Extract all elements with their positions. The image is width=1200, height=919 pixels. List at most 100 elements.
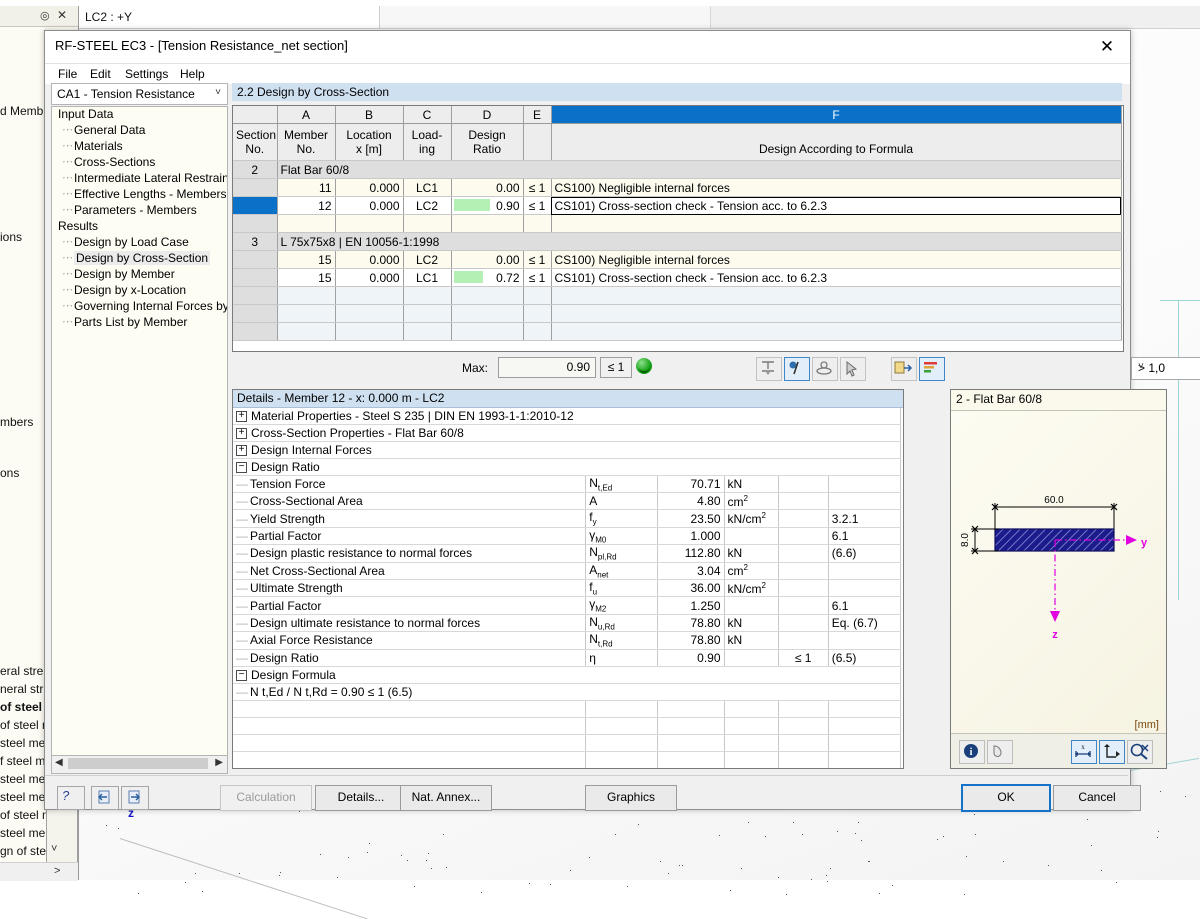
grid-col-letter-5[interactable]: E — [523, 106, 551, 124]
grid-section-header[interactable]: 2Flat Bar 60/8 — [233, 161, 1121, 179]
tree-item-materials[interactable]: ⋯Materials — [52, 139, 227, 155]
details-row[interactable]: —Cross-Sectional AreaA4.80cm2 — [233, 493, 901, 510]
grid-col-letter-3[interactable]: C — [403, 106, 451, 124]
color-bars-icon[interactable] — [919, 357, 945, 381]
design-case-selector[interactable]: CA1 - Tension Resistance ˅ — [51, 83, 228, 105]
cancel-button[interactable]: Cancel — [1053, 785, 1141, 811]
details-group-row[interactable]: −Design Formula — [233, 666, 901, 683]
ok-button[interactable]: OK — [961, 784, 1051, 812]
previous-module-button[interactable] — [91, 786, 119, 810]
details-row[interactable]: —Axial Force ResistanceNt,Rd78.80kN — [233, 632, 901, 649]
expand-icon[interactable]: + — [236, 411, 247, 422]
details-panel[interactable]: Details - Member 12 - x: 0.000 m - LC2 +… — [232, 389, 904, 769]
cross-section-drawing[interactable]: 60.0 8.0 y z [mm] — [951, 411, 1166, 733]
show-dimensions-icon[interactable]: x — [1071, 740, 1097, 764]
scroll-right-arrow[interactable]: > — [54, 865, 60, 877]
result-diagram-icon[interactable] — [756, 357, 782, 381]
details-row[interactable]: —Design Ratioη0.90≤ 1(6.5) — [233, 649, 901, 666]
table-row[interactable] — [233, 215, 1121, 233]
dimension-pen-icon[interactable] — [987, 740, 1013, 764]
result-pointer-icon[interactable] — [784, 357, 810, 381]
view-object-icon[interactable] — [812, 357, 838, 381]
collapse-icon[interactable]: − — [236, 462, 247, 473]
details-row[interactable]: —Design ultimate resistance to normal fo… — [233, 614, 901, 631]
menu-settings[interactable]: Settings — [120, 66, 173, 82]
zoom-reset-icon[interactable] — [1127, 740, 1153, 764]
pin-icon[interactable]: ◎ — [40, 9, 50, 22]
show-axes-icon[interactable] — [1099, 740, 1125, 764]
ratio-filter-combo[interactable]: > 1,0 ˅ — [1131, 357, 1200, 380]
navigator-hscrollbar[interactable]: ◀ ▶ — [51, 755, 228, 774]
navigator-tree[interactable]: Input Data⋯General Data⋯Materials⋯Cross-… — [51, 106, 228, 756]
grid-col-letter-4[interactable]: D — [451, 106, 523, 124]
table-row-empty[interactable] — [233, 305, 1121, 323]
tree-item-intermediate-lateral-restraints[interactable]: ⋯Intermediate Lateral Restraints — [52, 171, 227, 187]
tree-item-design-by-load-case[interactable]: ⋯Design by Load Case — [52, 235, 227, 251]
close-icon[interactable]: ✕ — [57, 8, 67, 22]
details-row[interactable]: —Net Cross-Sectional AreaAnet3.04cm2 — [233, 562, 901, 579]
details-group-row[interactable]: −Design Ratio — [233, 459, 901, 476]
details-group-row[interactable]: +Design Internal Forces — [233, 442, 901, 459]
table-row[interactable]: 110.000LC10.00≤ 1CS100) Negligible inter… — [233, 179, 1121, 197]
details-row[interactable]: —Ultimate Strengthfu36.00kN/cm2 — [233, 579, 901, 596]
info-icon[interactable]: i — [959, 740, 985, 764]
viewport-tab-lc2[interactable]: LC2 : +Y — [79, 6, 380, 28]
chevron-down-icon[interactable]: ˅ — [1138, 361, 1200, 372]
grid-col-letter-6[interactable]: F — [551, 106, 1121, 124]
mini-chevron-down-icon[interactable]: ˅ — [51, 843, 57, 855]
scroll-right-arrow-icon[interactable]: ▶ — [215, 757, 223, 768]
table-row-empty[interactable] — [233, 323, 1121, 341]
table-row-empty[interactable] — [233, 287, 1121, 305]
viewport-tab-tertiary[interactable] — [690, 6, 711, 28]
tree-item-parameters-members[interactable]: ⋯Parameters - Members — [52, 203, 227, 219]
empty-cell — [586, 717, 658, 734]
details-row[interactable]: —Partial FactorγM01.0006.1 — [233, 527, 901, 544]
scrollbar-thumb[interactable] — [68, 758, 208, 769]
symbol-subscript: pl,Rd — [598, 553, 617, 562]
details-button[interactable]: Details... — [315, 785, 407, 811]
tree-item-effective-lengths-members[interactable]: ⋯Effective Lengths - Members — [52, 187, 227, 203]
left-dock-hscrollbar[interactable]: > — [0, 862, 78, 881]
table-row[interactable]: 150.000LC20.00≤ 1CS100) Negligible inter… — [233, 251, 1121, 269]
dialog-close-button[interactable]: ✕ — [1084, 31, 1130, 62]
calculation-button[interactable]: Calculation — [220, 785, 312, 811]
menu-file[interactable]: File — [53, 66, 82, 82]
details-row[interactable]: —Partial FactorγM21.2506.1 — [233, 597, 901, 614]
tree-item-results[interactable]: Results — [52, 219, 227, 235]
nat-annex-button[interactable]: Nat. Annex... — [400, 785, 492, 811]
details-formula-row[interactable]: —N t,Ed / N t,Rd = 0.90 ≤ 1 (6.5) — [233, 683, 901, 700]
expand-icon[interactable]: + — [236, 445, 247, 456]
results-grid[interactable]: ABCDEFSectionNo.MemberNo.Locationx [m]Lo… — [232, 105, 1124, 352]
tree-item-parts-list-by-member[interactable]: ⋯Parts List by Member — [52, 315, 227, 331]
table-row[interactable]: 150.000LC10.72≤ 1CS101) Cross-section ch… — [233, 269, 1121, 287]
expand-icon[interactable]: + — [236, 428, 247, 439]
details-row[interactable]: —Yield Strengthfy23.50kN/cm23.2.1 — [233, 510, 901, 527]
details-row[interactable]: —Design plastic resistance to normal for… — [233, 545, 901, 562]
graphics-button[interactable]: Graphics — [585, 785, 677, 811]
details-group-row[interactable]: +Material Properties - Steel S 235 | DIN… — [233, 408, 901, 425]
tree-item-design-by-x-location[interactable]: ⋯Design by x-Location — [52, 283, 227, 299]
viewport-tab-secondary[interactable] — [380, 6, 691, 28]
table-row[interactable]: 120.000LC20.90≤ 1CS101) Cross-section ch… — [233, 197, 1121, 215]
menu-help[interactable]: Help — [175, 66, 210, 82]
help-button[interactable]: ? — [57, 786, 85, 810]
grid-col-letter-1[interactable]: A — [277, 106, 335, 124]
tree-item-general-data[interactable]: ⋯General Data — [52, 123, 227, 139]
details-group-row[interactable]: +Cross-Section Properties - Flat Bar 60/… — [233, 425, 901, 442]
transfer-results-icon[interactable] — [891, 357, 917, 381]
grid-section-header[interactable]: 3L 75x75x8 | EN 10056-1:1998 — [233, 233, 1121, 251]
tree-item-governing-internal-forces-by-m[interactable]: ⋯Governing Internal Forces by M — [52, 299, 227, 315]
chevron-down-icon[interactable]: ˅ — [215, 87, 221, 98]
selection-tool-icon[interactable] — [840, 357, 866, 381]
tree-item-cross-sections[interactable]: ⋯Cross-Sections — [52, 155, 227, 171]
menu-edit[interactable]: Edit — [85, 66, 116, 82]
next-module-button[interactable] — [121, 786, 149, 810]
tree-item-input-data[interactable]: Input Data — [52, 107, 227, 123]
scroll-left-arrow-icon[interactable]: ◀ — [55, 757, 63, 768]
tree-item-design-by-member[interactable]: ⋯Design by Member — [52, 267, 227, 283]
collapse-icon[interactable]: − — [236, 670, 247, 681]
tree-item-design-by-cross-section[interactable]: ⋯Design by Cross-Section — [52, 251, 227, 267]
details-row[interactable]: —Tension ForceNt,Ed70.71kN — [233, 476, 901, 493]
grid-col-letter-0[interactable] — [233, 106, 277, 124]
grid-col-letter-2[interactable]: B — [335, 106, 403, 124]
